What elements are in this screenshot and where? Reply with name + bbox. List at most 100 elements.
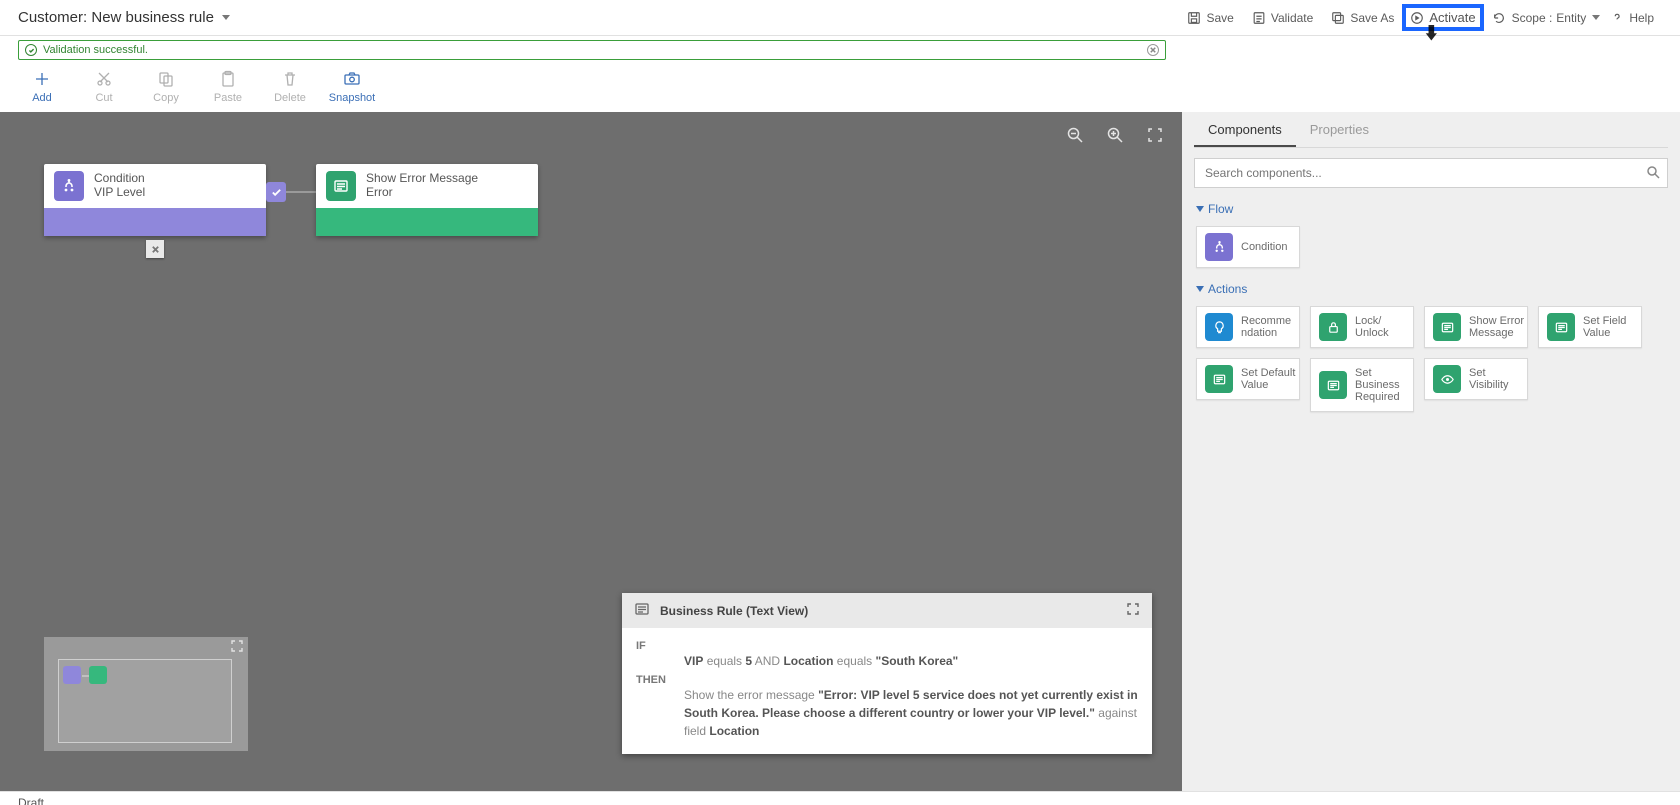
search-icon[interactable]: [1646, 165, 1660, 179]
collapse-icon: [1196, 286, 1204, 292]
zoom-in-icon[interactable]: [1106, 126, 1124, 144]
chevron-down-icon[interactable]: [222, 15, 230, 20]
component-search: [1194, 158, 1668, 188]
component-set-default-label: Set Default Value: [1241, 367, 1295, 391]
scope-label: Scope :: [1512, 11, 1553, 25]
component-set-visibility[interactable]: Set Visibility: [1424, 358, 1528, 400]
condition-node[interactable]: Condition VIP Level: [44, 164, 266, 236]
help-label: Help: [1629, 11, 1654, 25]
close-banner-button[interactable]: [1147, 44, 1159, 56]
paste-label: Paste: [214, 92, 242, 104]
component-show-error-label: Show Error Message: [1469, 315, 1524, 339]
kw-if: IF: [636, 638, 684, 670]
add-button[interactable]: Add: [18, 70, 66, 104]
designer-canvas[interactable]: Condition VIP Level Show Error Message E…: [0, 112, 1182, 791]
kw-then: THEN: [636, 672, 684, 740]
save-as-icon: [1331, 11, 1345, 25]
set-required-icon: [1319, 371, 1347, 399]
minimap-error-node: [89, 666, 107, 684]
cut-label: Cut: [95, 92, 112, 104]
section-flow: Flow Condition: [1196, 202, 1666, 268]
true-branch-chip[interactable]: [266, 182, 286, 202]
minimap-connector: [82, 675, 89, 677]
show-error-icon: [1433, 313, 1461, 341]
zoom-out-icon[interactable]: [1066, 126, 1084, 144]
scope-selector[interactable]: Scope : Entity: [1512, 11, 1601, 25]
component-set-field-label: Set Field Value: [1583, 315, 1626, 339]
condition-icon: [1205, 233, 1233, 261]
tab-properties[interactable]: Properties: [1296, 112, 1383, 147]
help-icon: [1610, 11, 1624, 25]
app-header: Customer: New business rule Save Validat…: [0, 0, 1680, 36]
page-title[interactable]: Customer: New business rule: [18, 9, 230, 26]
expand-text-view-icon[interactable]: [1126, 602, 1140, 619]
validation-banner-row: Validation successful.: [0, 36, 1680, 60]
title-name: New business rule: [91, 9, 214, 26]
search-input[interactable]: [1194, 158, 1668, 188]
help-button[interactable]: Help: [1602, 7, 1662, 29]
show-error-node[interactable]: Show Error Message Error: [316, 164, 538, 236]
lock-icon: [1319, 313, 1347, 341]
edit-toolbar: Add Cut Copy Paste Delete Snapshot: [0, 60, 1680, 112]
save-button[interactable]: Save: [1179, 7, 1241, 29]
delete-button[interactable]: Delete: [266, 70, 314, 104]
component-set-required-label: Set Business Required: [1355, 367, 1400, 403]
paste-icon: [219, 70, 237, 88]
expand-minimap-icon[interactable]: [230, 639, 244, 653]
right-panel: Components Properties Flow Condition: [1182, 112, 1680, 791]
component-show-error[interactable]: Show Error Message: [1424, 306, 1528, 348]
save-as-button[interactable]: Save As: [1323, 7, 1402, 29]
section-actions-header[interactable]: Actions: [1196, 282, 1666, 296]
canvas-view-controls: [1066, 126, 1164, 144]
cut-icon: [95, 70, 113, 88]
component-set-default-value[interactable]: Set Default Value: [1196, 358, 1300, 400]
component-set-field-value[interactable]: Set Field Value: [1538, 306, 1642, 348]
status-text: Draft: [18, 796, 44, 805]
section-actions-label: Actions: [1208, 282, 1247, 296]
section-actions: Actions Recomme ndation Lock/ Unlock: [1196, 282, 1666, 412]
component-recommendation-label: Recomme ndation: [1241, 315, 1291, 339]
validation-message: Validation successful.: [43, 44, 148, 56]
copy-icon: [157, 70, 175, 88]
save-as-label: Save As: [1350, 11, 1394, 25]
collapse-icon: [1196, 206, 1204, 212]
set-default-icon: [1205, 365, 1233, 393]
copy-button[interactable]: Copy: [142, 70, 190, 104]
component-condition[interactable]: Condition: [1196, 226, 1300, 268]
flow-connector: [286, 191, 316, 193]
cut-button[interactable]: Cut: [80, 70, 128, 104]
component-condition-label: Condition: [1241, 241, 1287, 253]
snapshot-button[interactable]: Snapshot: [328, 70, 376, 104]
recommendation-icon: [1205, 313, 1233, 341]
chevron-down-icon[interactable]: [1592, 15, 1600, 20]
set-field-icon: [1547, 313, 1575, 341]
text-view-icon: [634, 601, 650, 620]
text-view-panel: Business Rule (Text View) IF VIP equals …: [622, 593, 1152, 754]
activate-button-highlighted[interactable]: Activate: [1402, 4, 1483, 31]
check-circle-icon: [25, 44, 37, 56]
component-recommendation[interactable]: Recomme ndation: [1196, 306, 1300, 348]
activate-icon: [1410, 11, 1424, 25]
error-selection-bar: [316, 208, 538, 236]
add-icon: [33, 70, 51, 88]
minimap[interactable]: [44, 637, 248, 751]
validate-icon: [1252, 11, 1266, 25]
component-set-business-required[interactable]: Set Business Required: [1310, 358, 1414, 412]
validate-button[interactable]: Validate: [1244, 7, 1321, 29]
snapshot-label: Snapshot: [329, 92, 375, 104]
tab-components[interactable]: Components: [1194, 112, 1296, 147]
text-view-body: IF VIP equals 5 AND Location equals "Sou…: [622, 628, 1152, 754]
validation-banner: Validation successful.: [18, 40, 1166, 60]
false-branch-toggle[interactable]: [146, 240, 164, 258]
component-lock-label: Lock/ Unlock: [1355, 315, 1389, 339]
refresh-icon[interactable]: [1492, 11, 1506, 25]
section-flow-header[interactable]: Flow: [1196, 202, 1666, 216]
error-node-title: Show Error Message: [366, 172, 478, 186]
fit-screen-icon[interactable]: [1146, 126, 1164, 144]
condition-title: Condition: [94, 172, 145, 186]
minimap-viewport[interactable]: [58, 659, 232, 743]
if-clause: VIP equals 5 AND Location equals "South …: [684, 638, 1138, 670]
component-lock-unlock[interactable]: Lock/ Unlock: [1310, 306, 1414, 348]
paste-button[interactable]: Paste: [204, 70, 252, 104]
save-icon: [1187, 11, 1201, 25]
